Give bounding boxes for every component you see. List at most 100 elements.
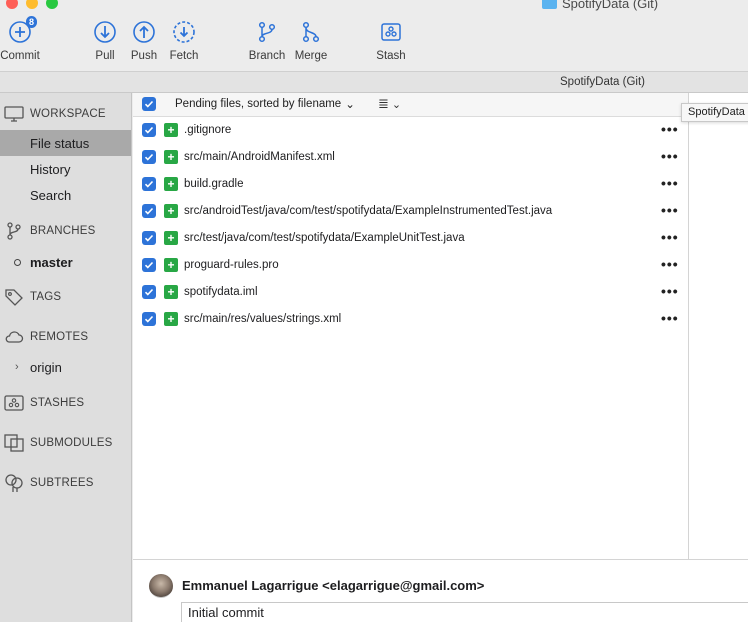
more-options-button[interactable]: •••: [661, 202, 679, 218]
sidebar-item-history[interactable]: History: [0, 156, 131, 182]
pull-label: Pull: [95, 50, 115, 62]
sidebar-section-subtrees[interactable]: SUBTREES: [4, 474, 94, 492]
file-name: src/main/AndroidManifest.xml: [184, 151, 335, 163]
file-name: spotifydata.iml: [184, 286, 258, 298]
repository-title-bar: SpotifyData (Git): [0, 71, 748, 93]
added-file-icon: +: [164, 204, 178, 218]
file-checkbox[interactable]: [142, 231, 156, 245]
stash-button[interactable]: Stash: [375, 18, 407, 62]
stash-label: Stash: [376, 50, 406, 62]
sidebar-section-stashes[interactable]: STASHES: [4, 394, 84, 412]
avatar: [149, 574, 173, 598]
commit-panel: Emmanuel Lagarrigue <elagarrigue@gmail.c…: [133, 559, 748, 622]
chevron-down-icon: ⌄: [345, 99, 355, 111]
sidebar-tags-label: TAGS: [30, 291, 62, 303]
sidebar-section-tags[interactable]: TAGS: [4, 288, 61, 306]
file-row[interactable]: + src/androidTest/java/com/test/spotifyd…: [133, 198, 688, 225]
file-row[interactable]: + spotifydata.iml •••: [133, 279, 688, 306]
file-row[interactable]: + src/main/AndroidManifest.xml •••: [133, 144, 688, 171]
added-file-icon: +: [164, 177, 178, 191]
branch-button[interactable]: Branch: [249, 18, 285, 62]
file-checkbox[interactable]: [142, 150, 156, 164]
cloud-icon: [4, 328, 24, 346]
pending-files-panel: Pending files, sorted by filename ⌄ ≣ ⌄ …: [133, 93, 688, 559]
minimize-window-button[interactable]: [26, 0, 38, 9]
commit-author: Emmanuel Lagarrigue <elagarrigue@gmail.c…: [182, 578, 485, 593]
sidebar-item-label: Search: [30, 187, 72, 203]
select-all-checkbox[interactable]: [142, 97, 156, 111]
file-checkbox[interactable]: [142, 312, 156, 326]
commit-message-input[interactable]: Initial commit: [181, 602, 748, 622]
file-checkbox[interactable]: [142, 204, 156, 218]
file-row[interactable]: + .gitignore •••: [133, 117, 688, 144]
sidebar-remotes-label: REMOTES: [30, 331, 89, 343]
commit-label: Commit: [0, 50, 40, 62]
sidebar-submodules-label: SUBMODULES: [30, 437, 113, 449]
window-title-text: SpotifyData (Git): [562, 0, 659, 11]
pull-icon: [91, 18, 119, 46]
sidebar-item-label: History: [30, 161, 71, 177]
fetch-button[interactable]: Fetch: [167, 18, 201, 62]
branch-icon: [4, 222, 24, 240]
added-file-icon: +: [164, 231, 178, 245]
file-checkbox[interactable]: [142, 177, 156, 191]
file-name: src/androidTest/java/com/test/spotifydat…: [184, 205, 553, 217]
sidebar-section-workspace[interactable]: WORKSPACE: [4, 105, 106, 123]
list-view-icon: ≣: [378, 96, 389, 111]
file-row[interactable]: + proguard-rules.pro •••: [133, 252, 688, 279]
view-options-dropdown[interactable]: ≣ ⌄: [378, 96, 401, 112]
more-options-button[interactable]: •••: [661, 121, 679, 137]
merge-button[interactable]: Merge: [294, 18, 328, 62]
file-list: + .gitignore ••• + src/main/AndroidManif…: [133, 117, 688, 333]
file-name: proguard-rules.pro: [184, 259, 279, 271]
file-name: src/main/res/values/strings.xml: [184, 313, 342, 325]
file-checkbox[interactable]: [142, 123, 156, 137]
more-options-button[interactable]: •••: [661, 310, 679, 326]
sidebar-workspace-label: WORKSPACE: [30, 108, 106, 120]
added-file-icon: +: [164, 150, 178, 164]
more-options-button[interactable]: •••: [661, 148, 679, 164]
sidebar-item-label: File status: [30, 135, 90, 151]
more-options-button[interactable]: •••: [661, 175, 679, 191]
sort-dropdown[interactable]: Pending files, sorted by filename ⌄: [175, 97, 355, 111]
commit-badge: 8: [25, 16, 37, 28]
file-name: build.gradle: [184, 178, 244, 190]
repository-title: SpotifyData (Git): [560, 76, 645, 88]
more-options-button[interactable]: •••: [661, 283, 679, 299]
sidebar-stashes-label: STASHES: [30, 397, 85, 409]
more-options-button[interactable]: •••: [661, 229, 679, 245]
commit-icon: 8: [6, 16, 37, 46]
sidebar-item-master[interactable]: master: [0, 249, 131, 275]
file-row[interactable]: + src/main/res/values/strings.xml •••: [133, 306, 688, 333]
close-window-button[interactable]: [6, 0, 18, 9]
sidebar-section-submodules[interactable]: SUBMODULES: [4, 434, 113, 452]
window-title: SpotifyData (Git): [542, 0, 658, 11]
tag-icon: [4, 288, 24, 306]
stash-icon: [4, 394, 24, 412]
pull-button[interactable]: Pull: [91, 18, 119, 62]
toolbar: SpotifyData (Git) 8 Commit Pull Push Fet…: [0, 0, 748, 71]
file-row[interactable]: + build.gradle •••: [133, 171, 688, 198]
more-options-button[interactable]: •••: [661, 256, 679, 272]
sidebar-item-search[interactable]: Search: [0, 182, 131, 208]
diff-panel: [688, 93, 748, 559]
file-checkbox[interactable]: [142, 285, 156, 299]
file-checkbox[interactable]: [142, 258, 156, 272]
commit-button[interactable]: 8 Commit: [0, 16, 40, 62]
submodule-icon: [4, 434, 24, 452]
fetch-icon: [170, 18, 198, 46]
subtree-icon: [4, 474, 24, 492]
file-row[interactable]: + src/test/java/com/test/spotifydata/Exa…: [133, 225, 688, 252]
added-file-icon: +: [164, 312, 178, 326]
file-list-header: Pending files, sorted by filename ⌄ ≣ ⌄: [133, 93, 688, 117]
sidebar-item-origin[interactable]: › origin: [0, 354, 131, 380]
branch-label: Branch: [248, 50, 286, 62]
zoom-window-button[interactable]: [46, 0, 58, 9]
sidebar-item-file-status[interactable]: File status: [0, 130, 131, 156]
chevron-right-icon[interactable]: ›: [15, 361, 19, 373]
push-button[interactable]: Push: [130, 18, 158, 62]
chevron-down-icon: ⌄: [391, 98, 402, 111]
sidebar-section-remotes[interactable]: REMOTES: [4, 328, 88, 346]
sidebar-section-branches[interactable]: BRANCHES: [4, 222, 96, 240]
added-file-icon: +: [164, 123, 178, 137]
